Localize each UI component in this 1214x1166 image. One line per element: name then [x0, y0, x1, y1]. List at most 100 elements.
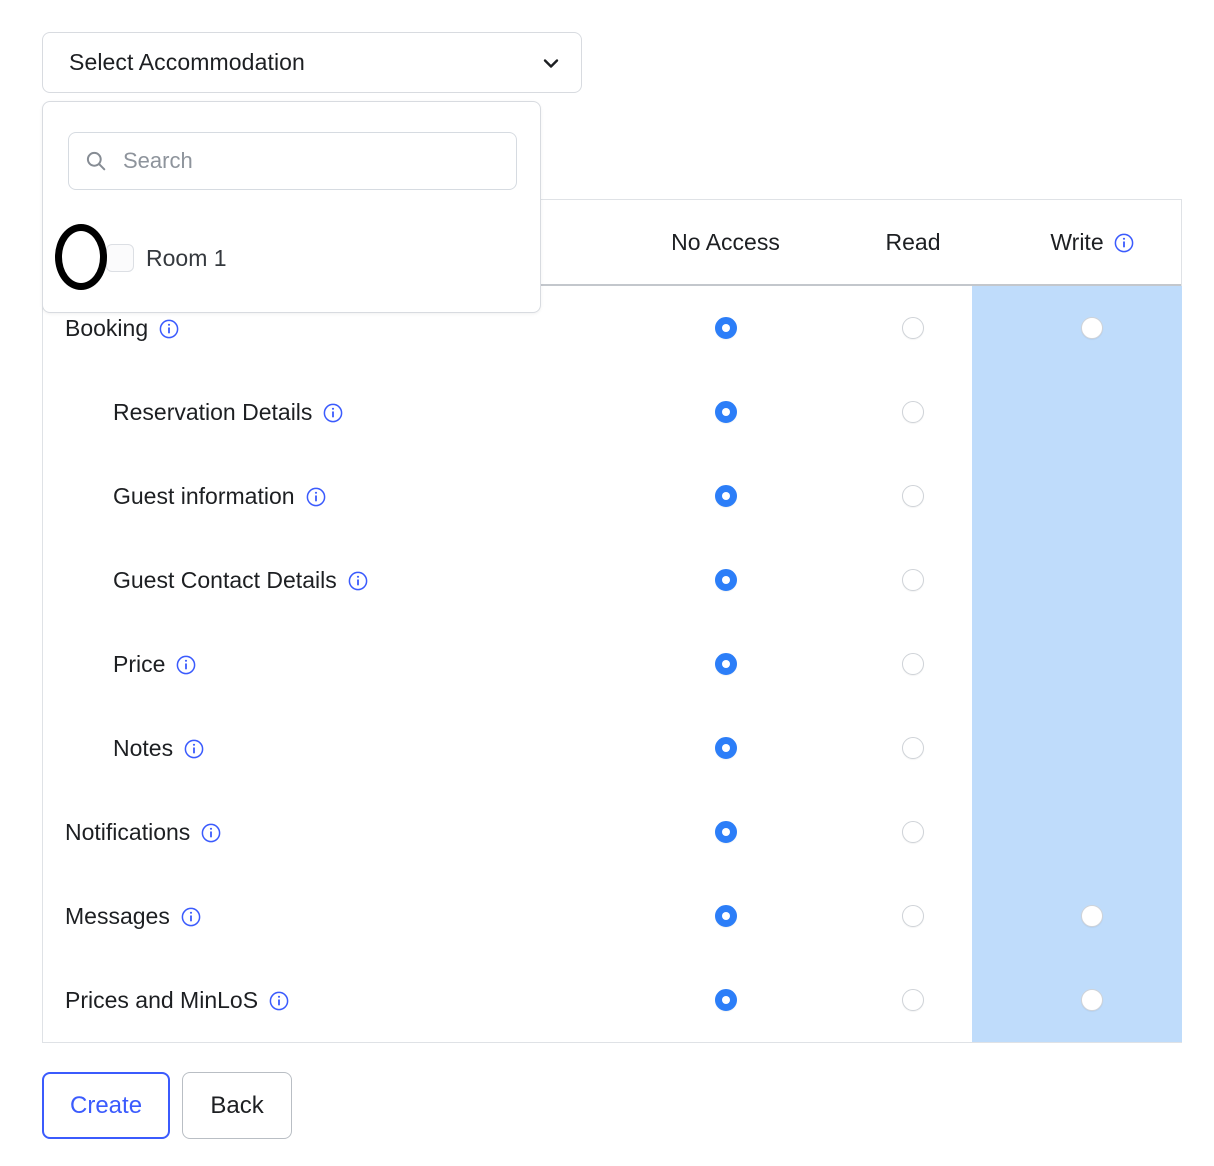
radio-write[interactable] [1081, 905, 1103, 927]
cell-write [1003, 737, 1181, 759]
cell-read[interactable] [823, 989, 1003, 1011]
radio-no-access[interactable] [714, 485, 737, 507]
row-label: Guest Contact Details [113, 566, 337, 593]
table-row: Guest Contact Details [43, 538, 1181, 622]
radio-no-access[interactable] [714, 989, 737, 1011]
accommodation-select-label: Select Accommodation [69, 49, 305, 75]
cell-read[interactable] [823, 653, 1003, 675]
radio-no-access[interactable] [714, 317, 737, 339]
cell-read[interactable] [823, 401, 1003, 423]
cell-read[interactable] [823, 317, 1003, 339]
row-label-cell: Price [43, 651, 628, 678]
radio-read[interactable] [902, 653, 924, 675]
row-label-cell: Messages [43, 903, 628, 930]
cell-no-access[interactable] [628, 485, 823, 507]
header-write-label: Write [1050, 228, 1104, 255]
radio-read[interactable] [902, 905, 924, 927]
search-input[interactable] [121, 147, 500, 175]
info-icon[interactable] [184, 738, 204, 759]
cell-read[interactable] [823, 569, 1003, 591]
info-icon[interactable] [269, 990, 289, 1011]
cell-write [1003, 401, 1181, 423]
info-icon[interactable] [348, 570, 368, 591]
cell-read[interactable] [823, 737, 1003, 759]
cell-no-access[interactable] [628, 317, 823, 339]
radio-read[interactable] [902, 485, 924, 507]
radio-write[interactable] [1081, 317, 1103, 339]
radio-read[interactable] [902, 401, 924, 423]
info-icon[interactable] [1114, 232, 1134, 253]
radio-no-access[interactable] [714, 569, 737, 591]
cell-write[interactable] [1003, 317, 1181, 339]
cell-no-access[interactable] [628, 569, 823, 591]
back-button[interactable]: Back [182, 1072, 293, 1139]
cell-read[interactable] [823, 905, 1003, 927]
row-label: Price [113, 650, 166, 677]
radio-no-access[interactable] [714, 653, 737, 675]
table-row: Price [43, 622, 1181, 706]
row-label: Notifications [65, 818, 191, 845]
table-row: Prices and MinLoS [43, 958, 1181, 1042]
info-icon[interactable] [306, 486, 326, 507]
cell-no-access[interactable] [628, 737, 823, 759]
row-label: Prices and MinLoS [65, 986, 259, 1013]
row-label-cell: Guest information [43, 483, 628, 510]
row-label: Guest information [113, 482, 295, 509]
info-icon[interactable] [181, 906, 201, 927]
accommodation-dropdown-panel: Room 1 [42, 101, 541, 313]
search-field[interactable] [68, 132, 517, 190]
cell-no-access[interactable] [628, 401, 823, 423]
row-label-cell: Prices and MinLoS [43, 987, 628, 1014]
info-icon[interactable] [159, 318, 179, 339]
radio-no-access[interactable] [714, 737, 737, 759]
radio-read[interactable] [902, 989, 924, 1011]
cell-read[interactable] [823, 485, 1003, 507]
row-label: Notes [113, 734, 174, 761]
row-label-cell: Guest Contact Details [43, 567, 628, 594]
cell-write [1003, 485, 1181, 507]
cell-write [1003, 653, 1181, 675]
radio-read[interactable] [902, 569, 924, 591]
row-label: Booking [65, 314, 149, 341]
table-row: Messages [43, 874, 1181, 958]
create-button[interactable]: Create [42, 1072, 171, 1139]
row-label-cell: Booking [43, 315, 628, 342]
cell-write [1003, 569, 1181, 591]
table-row: Notes [43, 706, 1181, 790]
table-row: Notifications [43, 790, 1181, 874]
row-label: Reservation Details [113, 398, 313, 425]
chevron-down-icon[interactable] [539, 51, 563, 75]
cell-no-access[interactable] [628, 905, 823, 927]
header-no-access: No Access [671, 228, 780, 255]
permissions-page: Select Accommodation No Access Read Writ… [0, 0, 1214, 1166]
table-row: Reservation Details [43, 370, 1181, 454]
form-actions: Create Back [42, 1072, 293, 1139]
radio-no-access[interactable] [714, 401, 737, 423]
radio-no-access[interactable] [714, 905, 737, 927]
cell-write[interactable] [1003, 905, 1181, 927]
cell-no-access[interactable] [628, 821, 823, 843]
cell-no-access[interactable] [628, 653, 823, 675]
search-icon [85, 150, 107, 172]
info-icon[interactable] [323, 402, 343, 423]
room-1-checkbox[interactable] [106, 244, 134, 272]
info-icon[interactable] [176, 654, 196, 675]
info-icon[interactable] [201, 822, 221, 843]
radio-no-access[interactable] [714, 821, 737, 843]
table-body: Booking Reservation Details Guest informat… [43, 286, 1181, 1042]
radio-read[interactable] [902, 737, 924, 759]
accommodation-select[interactable]: Select Accommodation [42, 32, 582, 93]
header-write: Write [1003, 229, 1181, 256]
cell-write [1003, 821, 1181, 843]
cell-write[interactable] [1003, 989, 1181, 1011]
radio-write[interactable] [1081, 989, 1103, 1011]
row-label: Messages [65, 902, 170, 929]
dropdown-option-room-1[interactable]: Room 1 [67, 232, 519, 284]
cell-read[interactable] [823, 821, 1003, 843]
radio-read[interactable] [902, 317, 924, 339]
cell-no-access[interactable] [628, 989, 823, 1011]
permissions-table: No Access Read Write Booking Reservation … [42, 199, 1182, 1043]
table-row: Guest information [43, 454, 1181, 538]
radio-read[interactable] [902, 821, 924, 843]
dropdown-option-label: Room 1 [146, 244, 227, 271]
